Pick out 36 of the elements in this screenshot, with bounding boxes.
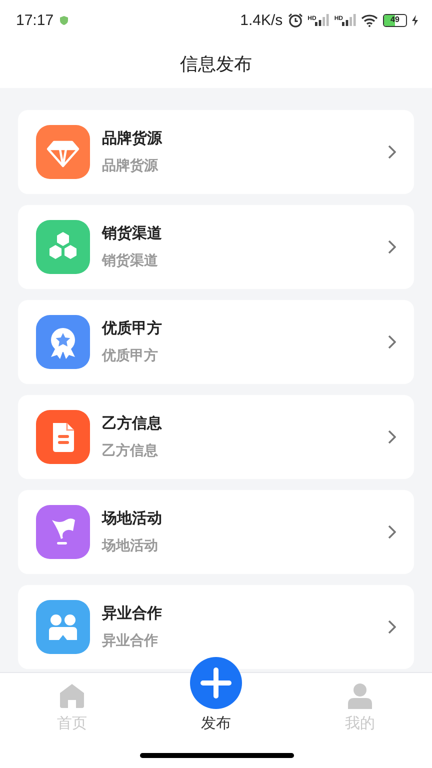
item-title: 乙方信息 (102, 414, 163, 433)
item-subtitle: 异业合作 (102, 632, 159, 650)
list-card[interactable]: 优质甲方 优质甲方 (18, 300, 414, 384)
list-card[interactable]: 销货渠道 销货渠道 (18, 205, 414, 289)
chevron-icon (388, 430, 396, 444)
chevron-icon (388, 525, 396, 539)
chevron-icon (388, 335, 396, 349)
item-subtitle: 乙方信息 (102, 442, 159, 460)
item-title: 销货渠道 (102, 224, 163, 243)
chevron-icon (388, 620, 396, 634)
battery-icon: 49 (383, 14, 407, 26)
item-title: 场地活动 (102, 509, 163, 528)
list-card[interactable]: 品牌货源 品牌货源 (18, 110, 414, 194)
item-subtitle: 品牌货源 (102, 157, 160, 175)
item-subtitle: 场地活动 (102, 537, 159, 555)
alarm-icon (288, 12, 303, 28)
signal-icon (342, 14, 356, 26)
chevron-icon (388, 240, 396, 254)
home-icon (59, 683, 85, 709)
item-title: 品牌货源 (102, 129, 164, 148)
list-card[interactable]: 异业合作 异业合作 (18, 585, 414, 669)
shield-icon (60, 16, 68, 24)
list-card[interactable]: 乙方信息 乙方信息 (18, 395, 414, 479)
item-subtitle: 优质甲方 (102, 347, 159, 365)
page-title: 信息发布 (180, 53, 252, 76)
chevron-icon (388, 145, 396, 159)
signal-icon (315, 14, 330, 26)
person-icon (348, 683, 372, 709)
network-speed: 1.4K/s (240, 12, 283, 28)
clock: 17:17 (16, 12, 54, 28)
wifi-icon (361, 14, 378, 26)
charging-icon (412, 14, 418, 26)
item-title: 异业合作 (102, 604, 163, 623)
item-title: 优质甲方 (102, 319, 163, 338)
list-card[interactable]: 场地活动 场地活动 (18, 490, 414, 574)
item-subtitle: 销货渠道 (102, 252, 159, 270)
